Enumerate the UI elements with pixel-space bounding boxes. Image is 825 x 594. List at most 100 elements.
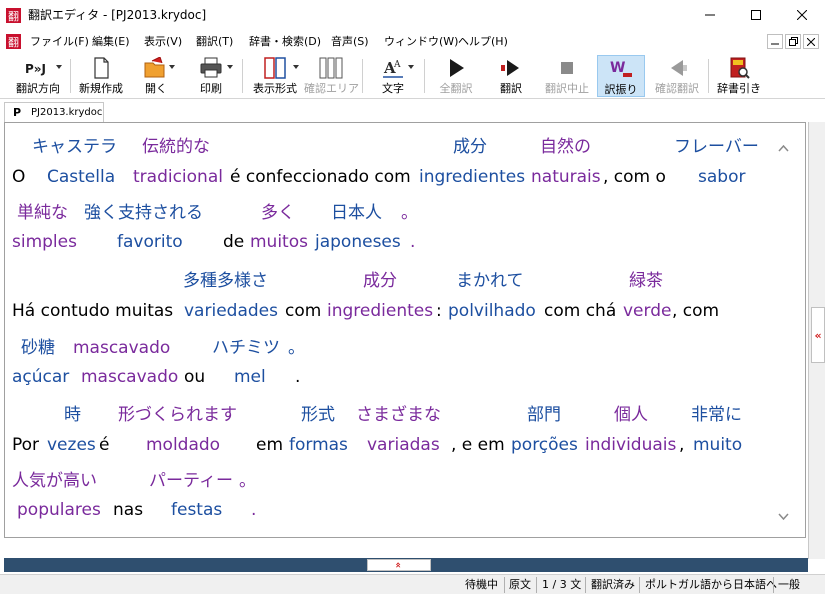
source-word[interactable]: Castella [47, 166, 115, 188]
furigana-translation-button[interactable]: W 訳振り [597, 55, 645, 97]
translation-editor-pane[interactable]: キャステラ 伝統的な 成分 自然の フレーバー O Castella tradi… [4, 122, 806, 538]
jp-word[interactable]: 形式 [301, 404, 335, 426]
source-word[interactable]: . [295, 366, 300, 388]
source-word[interactable]: naturais [531, 166, 601, 188]
source-word[interactable]: verde [623, 300, 671, 322]
vertical-scrollbar[interactable] [775, 123, 792, 537]
maximize-button[interactable] [733, 0, 779, 30]
jp-word[interactable]: パーティー [149, 470, 233, 492]
menu-view[interactable]: 表示(V) [144, 34, 182, 49]
translate-button[interactable]: 翻訳 [486, 55, 536, 97]
jp-word[interactable]: 自然の [540, 136, 591, 158]
mdi-close-button[interactable] [803, 34, 819, 49]
open-button[interactable]: 開く [134, 55, 178, 97]
source-word[interactable]: variadas [367, 434, 440, 456]
source-word[interactable]: de [223, 231, 244, 253]
source-word[interactable]: ingredientes [419, 166, 525, 188]
source-word[interactable]: O [12, 166, 25, 188]
source-word[interactable]: simples [12, 231, 77, 253]
dictionary-lookup-button[interactable]: 辞書引き [712, 55, 766, 97]
scroll-up-icon[interactable] [778, 143, 789, 154]
print-button[interactable]: 印刷 [186, 55, 236, 97]
source-word[interactable]: , com [672, 300, 719, 322]
source-word[interactable]: populares [17, 499, 101, 521]
source-word[interactable]: , [679, 434, 684, 456]
jp-word[interactable]: 。 [288, 337, 305, 359]
jp-word[interactable]: 。 [239, 470, 256, 492]
jp-word[interactable]: さまざまな [356, 404, 441, 426]
right-pane-splitter[interactable]: « [808, 122, 825, 559]
confirm-area-button[interactable]: 確認エリア [304, 55, 359, 97]
source-word[interactable]: porções [511, 434, 578, 456]
jp-word[interactable]: 多種多様さ [183, 270, 268, 292]
new-document-button[interactable]: 新規作成 [74, 55, 128, 97]
source-word[interactable]: muito [693, 434, 742, 456]
source-word[interactable]: : [436, 300, 442, 322]
source-word[interactable]: com chá [544, 300, 616, 322]
scroll-down-icon[interactable] [778, 511, 789, 522]
font-button[interactable]: A A 文字 [368, 55, 418, 97]
source-word[interactable]: polvilhado [448, 300, 536, 322]
source-word[interactable]: sabor [698, 166, 745, 188]
source-word[interactable]: é [99, 434, 109, 456]
source-word[interactable]: mel [234, 366, 266, 388]
expand-bottom-pane-button[interactable]: » [367, 559, 431, 571]
source-word[interactable]: mascavado [81, 366, 178, 388]
expand-right-pane-button[interactable]: « [811, 307, 825, 363]
confirm-translation-button[interactable]: 確認翻訳 [650, 55, 704, 97]
translate-all-button[interactable]: 全翻訳 [430, 55, 482, 97]
source-word[interactable]: moldado [146, 434, 220, 456]
source-word[interactable]: tradicional [133, 166, 223, 188]
mdi-minimize-button[interactable] [767, 34, 783, 49]
source-word[interactable]: japoneses [315, 231, 401, 253]
jp-word[interactable]: まかれて [456, 270, 524, 292]
source-word[interactable]: é confeccionado com [230, 166, 411, 188]
jp-word[interactable]: フレーバー [674, 136, 759, 158]
source-word[interactable]: . [251, 499, 256, 521]
jp-word[interactable]: 日本人 [331, 202, 382, 224]
source-word[interactable]: muitos [250, 231, 308, 253]
source-word[interactable]: favorito [117, 231, 183, 253]
source-word[interactable]: açúcar [12, 366, 69, 388]
translation-direction-button[interactable]: P»J 翻訳方向 [10, 55, 66, 97]
display-format-button[interactable]: 表示形式 [248, 55, 302, 97]
jp-word[interactable]: 強く支持される [84, 202, 203, 224]
jp-word[interactable]: キャステラ [32, 136, 117, 158]
tab-document[interactable]: P PJ2013.krydoc [4, 102, 104, 122]
source-word[interactable]: nas [113, 499, 143, 521]
jp-word[interactable]: ハチミツ [212, 337, 280, 359]
source-word[interactable]: Por [12, 434, 39, 456]
source-word[interactable]: vezes [47, 434, 96, 456]
jp-word[interactable]: 成分 [363, 270, 397, 292]
source-word[interactable]: com [285, 300, 321, 322]
menu-dictionary-search[interactable]: 辞書・検索(D) [249, 34, 321, 49]
jp-word[interactable]: 形づくられます [118, 404, 237, 426]
document-text[interactable]: キャステラ 伝統的な 成分 自然の フレーバー O Castella tradi… [5, 123, 771, 537]
bottom-pane-splitter[interactable]: » [4, 558, 808, 572]
mdi-restore-button[interactable] [785, 34, 801, 49]
menu-translate[interactable]: 翻訳(T) [196, 34, 233, 49]
jp-word[interactable]: 多く [261, 202, 295, 224]
jp-word[interactable]: 人気が高い [12, 470, 97, 492]
menu-edit[interactable]: 編集(E) [92, 34, 130, 49]
jp-word[interactable]: 単純な [17, 202, 68, 224]
close-button[interactable] [779, 0, 825, 30]
jp-word[interactable]: 非常に [691, 404, 742, 426]
jp-word[interactable]: 部門 [527, 404, 561, 426]
source-word[interactable]: formas [289, 434, 348, 456]
jp-word[interactable]: 。 [401, 202, 418, 224]
menu-voice[interactable]: 音声(S) [331, 34, 369, 49]
source-word[interactable]: . [410, 231, 415, 253]
jp-word[interactable]: 伝統的な [142, 136, 210, 158]
source-word[interactable]: ingredientes [327, 300, 433, 322]
source-word[interactable]: festas [171, 499, 222, 521]
minimize-button[interactable] [687, 0, 733, 30]
menu-window[interactable]: ウィンドウ(W) [384, 34, 458, 49]
menu-help[interactable]: ヘルプ(H) [458, 34, 508, 49]
stop-translation-button[interactable]: 翻訳中止 [540, 55, 594, 97]
jp-word[interactable]: 緑茶 [629, 270, 663, 292]
source-word[interactable]: em [256, 434, 283, 456]
jp-word[interactable]: 砂糖 [21, 337, 55, 359]
jp-word[interactable]: mascavado [73, 337, 170, 359]
jp-word[interactable]: 個人 [614, 404, 648, 426]
